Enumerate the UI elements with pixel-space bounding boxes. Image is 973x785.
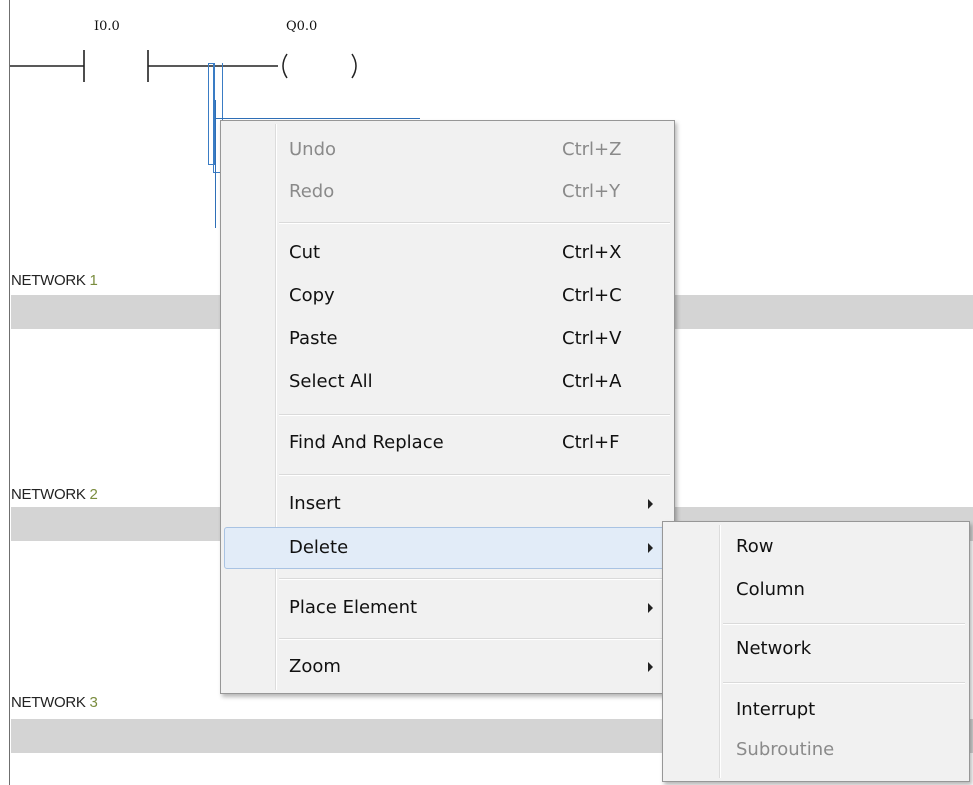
- menu-item-shortcut: Ctrl+F: [562, 432, 620, 453]
- submenu-item-column[interactable]: Column: [666, 571, 966, 613]
- menu-item-label: Undo: [289, 139, 337, 160]
- submenu-item-label: Row: [736, 536, 774, 557]
- menu-item-delete[interactable]: Delete: [224, 527, 671, 569]
- submenu-separator: [723, 623, 965, 625]
- menu-item-paste[interactable]: Paste Ctrl+V: [224, 318, 671, 360]
- network-number: 3: [89, 694, 98, 711]
- network-number: 1: [89, 272, 98, 289]
- menu-item-select-all[interactable]: Select All Ctrl+A: [224, 361, 671, 403]
- submenu-item-label: Interrupt: [736, 699, 816, 720]
- coil-address[interactable]: Q0.0: [286, 19, 317, 34]
- menu-separator: [279, 638, 670, 640]
- menu-item-cut[interactable]: Cut Ctrl+X: [224, 232, 671, 274]
- network-prefix: NETWORK: [11, 272, 90, 289]
- submenu-arrow-icon: [648, 662, 653, 672]
- menu-item-shortcut: Ctrl+V: [562, 328, 622, 349]
- network-2-label[interactable]: NETWORK 2: [11, 486, 98, 503]
- submenu-item-label: Column: [736, 579, 805, 600]
- menu-item-place-element[interactable]: Place Element: [224, 587, 671, 629]
- menu-item-find-and-replace[interactable]: Find And Replace Ctrl+F: [224, 422, 671, 464]
- menu-item-shortcut: Ctrl+Z: [562, 139, 622, 160]
- menu-item-label: Paste: [289, 328, 338, 349]
- menu-item-label: Cut: [289, 242, 321, 263]
- selection-line-vertical: [215, 100, 216, 228]
- network-prefix: NETWORK: [11, 486, 90, 503]
- menu-item-shortcut: Ctrl+A: [562, 371, 622, 392]
- ladder-rung: [10, 50, 357, 82]
- menu-item-insert[interactable]: Insert: [224, 483, 671, 525]
- submenu-arrow-icon: [648, 603, 653, 613]
- network-number: 2: [89, 486, 98, 503]
- submenu-item-label: Subroutine: [736, 739, 835, 760]
- menu-item-copy[interactable]: Copy Ctrl+C: [224, 275, 671, 317]
- network-3-label[interactable]: NETWORK 3: [11, 694, 98, 711]
- context-menu: Undo Ctrl+Z Redo Ctrl+Y Cut Ctrl+X Copy …: [220, 120, 675, 694]
- submenu-item-label: Network: [736, 638, 812, 659]
- coil-left-paren: [282, 53, 288, 79]
- submenu-item-row[interactable]: Row: [666, 528, 966, 570]
- network-prefix: NETWORK: [11, 694, 90, 711]
- menu-item-shortcut: Ctrl+Y: [562, 181, 621, 202]
- menu-separator: [279, 474, 670, 476]
- menu-item-label: Find And Replace: [289, 432, 444, 453]
- network-1-label[interactable]: NETWORK 1: [11, 272, 98, 289]
- menu-item-shortcut: Ctrl+C: [562, 285, 622, 306]
- menu-separator: [279, 414, 670, 416]
- power-rail: [9, 0, 10, 785]
- coil-right-paren: [351, 53, 357, 79]
- submenu-arrow-icon: [648, 499, 653, 509]
- delete-submenu: Row Column Network Interrupt Subroutine: [662, 521, 970, 782]
- submenu-item-interrupt[interactable]: Interrupt: [666, 691, 966, 733]
- menu-item-label: Copy: [289, 285, 335, 306]
- menu-item-label: Place Element: [289, 597, 418, 618]
- submenu-item-subroutine[interactable]: Subroutine: [666, 731, 966, 773]
- menu-item-label: Zoom: [289, 656, 341, 677]
- menu-separator: [279, 222, 670, 224]
- menu-item-zoom[interactable]: Zoom: [224, 646, 671, 688]
- menu-separator: [279, 578, 670, 580]
- menu-item-redo[interactable]: Redo Ctrl+Y: [224, 171, 671, 213]
- selection-line-horizontal: [215, 118, 420, 119]
- menu-item-shortcut: Ctrl+X: [562, 242, 622, 263]
- contact-address[interactable]: I0.0: [94, 19, 120, 34]
- submenu-separator: [723, 682, 965, 684]
- submenu-arrow-icon: [648, 543, 653, 553]
- submenu-item-network[interactable]: Network: [666, 630, 966, 672]
- menu-item-label: Select All: [289, 371, 373, 392]
- menu-item-label: Delete: [289, 537, 349, 558]
- menu-item-label: Insert: [289, 493, 341, 514]
- menu-item-undo[interactable]: Undo Ctrl+Z: [224, 129, 671, 171]
- menu-item-label: Redo: [289, 181, 335, 202]
